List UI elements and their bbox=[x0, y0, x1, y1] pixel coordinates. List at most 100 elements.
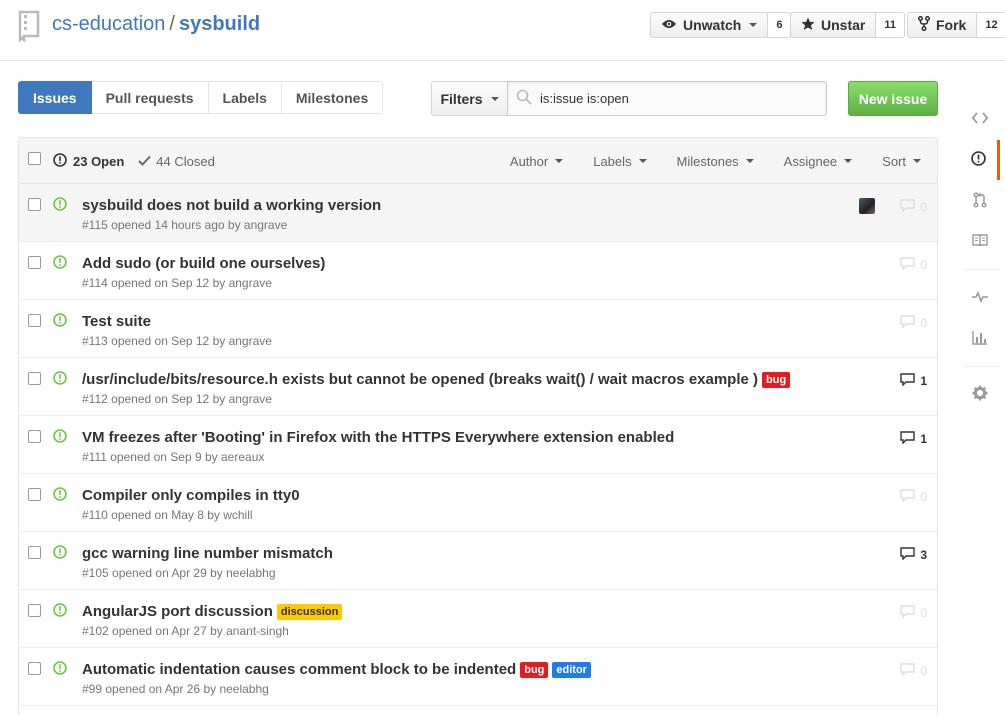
milestones-filter[interactable]: Milestones bbox=[677, 154, 754, 169]
issue-opened-icon bbox=[53, 313, 67, 330]
issue-meta: #102 opened on Apr 27 by anant-singh bbox=[82, 624, 289, 638]
issue-title-link[interactable]: sysbuild does not build a working versio… bbox=[82, 197, 381, 214]
sidenav-pulse[interactable] bbox=[960, 278, 1000, 318]
issue-checkbox[interactable] bbox=[28, 430, 41, 443]
issue-checkbox[interactable] bbox=[28, 314, 41, 327]
new-issue-button[interactable]: New issue bbox=[848, 81, 938, 116]
repo-icon bbox=[17, 10, 41, 45]
issue-checkbox[interactable] bbox=[28, 256, 41, 269]
assignee-avatar[interactable] bbox=[859, 198, 875, 214]
sidenav-graphs[interactable] bbox=[960, 319, 1000, 359]
label-editor[interactable]: editor bbox=[552, 661, 591, 678]
assignee-filter[interactable]: Assignee bbox=[784, 154, 853, 169]
unstar-label: Unstar bbox=[821, 17, 866, 33]
issue-opened-icon bbox=[971, 151, 986, 169]
select-all-checkbox[interactable] bbox=[28, 152, 41, 165]
issue-row[interactable]: AngularJS port discussion discussion #10… bbox=[19, 590, 937, 648]
issues-table: 23 Open 44 Closed Author Labels Mileston… bbox=[18, 137, 938, 715]
issue-row[interactable]: VM freezes after 'Booting' in Firefox wi… bbox=[19, 416, 937, 474]
sidenav-pull-requests[interactable] bbox=[960, 181, 1000, 221]
sidenav-wiki[interactable] bbox=[960, 222, 1000, 262]
issue-comments[interactable]: 3 bbox=[900, 547, 927, 563]
issue-title-link[interactable]: Compiler only compiles in tty0 bbox=[82, 487, 300, 504]
issue-title: Test suite bbox=[82, 313, 151, 330]
issue-title-link[interactable]: AngularJS port discussion discussion bbox=[82, 603, 343, 620]
comment-count: 0 bbox=[920, 490, 927, 504]
issue-checkbox[interactable] bbox=[28, 372, 41, 385]
watchers-count[interactable]: 6 bbox=[768, 12, 792, 38]
subnav-pull-requests[interactable]: Pull requests bbox=[91, 81, 209, 114]
issue-comments[interactable]: 0 bbox=[900, 315, 927, 331]
issue-row[interactable]: /usr/include/bits/resource.h exists but … bbox=[19, 358, 937, 416]
repo-owner-link[interactable]: cs-education bbox=[52, 13, 165, 35]
chevron-down-icon bbox=[749, 23, 758, 27]
chevron-down-icon bbox=[913, 159, 921, 163]
issue-title-link[interactable]: /usr/include/bits/resource.h exists but … bbox=[82, 371, 791, 388]
star-action: Unstar 11 bbox=[790, 12, 905, 38]
issue-meta: #114 opened on Sep 12 by angrave bbox=[82, 276, 272, 290]
filters-button[interactable]: Filters bbox=[431, 81, 508, 116]
stargazers-count[interactable]: 11 bbox=[876, 12, 905, 38]
author-filter-label: Author bbox=[509, 153, 549, 169]
comment-count: 0 bbox=[920, 316, 927, 330]
author-filter[interactable]: Author bbox=[509, 153, 564, 169]
sidenav-code[interactable] bbox=[960, 99, 1000, 139]
closed-issues-link[interactable]: 44 Closed bbox=[138, 154, 215, 169]
label-discussion[interactable]: discussion bbox=[276, 603, 343, 620]
issue-checkbox[interactable] bbox=[28, 198, 41, 211]
sidenav-issues[interactable] bbox=[960, 140, 1000, 180]
issue-checkbox[interactable] bbox=[28, 488, 41, 501]
issue-title-link[interactable]: gcc warning line number mismatch bbox=[82, 545, 333, 562]
issue-comments[interactable]: 0 bbox=[900, 605, 927, 621]
comment-icon bbox=[900, 663, 916, 679]
issue-comments[interactable]: 0 bbox=[900, 663, 927, 679]
labels-filter[interactable]: Labels bbox=[593, 154, 647, 169]
issue-comments[interactable]: 0 bbox=[900, 257, 927, 273]
issue-search-input[interactable]: is:issue is:open bbox=[507, 81, 827, 116]
sort-filter[interactable]: Sort bbox=[882, 154, 921, 169]
issue-title-link[interactable]: Add sudo (or build one ourselves) bbox=[82, 255, 325, 272]
subnav-labels[interactable]: Labels bbox=[208, 81, 282, 114]
issue-checkbox[interactable] bbox=[28, 546, 41, 559]
forks-count[interactable]: 12 bbox=[977, 12, 1005, 38]
issue-row[interactable]: Add sudo (or build one ourselves) #114 o… bbox=[19, 242, 937, 300]
watch-action: Unwatch 6 bbox=[650, 12, 792, 38]
issue-title-link[interactable]: Test suite bbox=[82, 313, 151, 330]
issue-comments[interactable]: 0 bbox=[900, 489, 927, 505]
issue-comments[interactable]: 0 bbox=[900, 199, 927, 215]
issue-row[interactable]: sysbuild does not build a working versio… bbox=[19, 184, 937, 242]
repo-name-link[interactable]: sysbuild bbox=[179, 13, 260, 35]
repo-header: cs-education / sysbuild Unwatch 6 Unstar 1… bbox=[0, 0, 1005, 61]
label-bug[interactable]: bug bbox=[520, 661, 549, 678]
comment-icon bbox=[900, 199, 916, 215]
subnav-milestones[interactable]: Milestones bbox=[281, 81, 384, 114]
issue-checkbox[interactable] bbox=[28, 662, 41, 675]
issue-title-link[interactable]: Automatic indentation causes comment blo… bbox=[82, 661, 591, 678]
issue-title: AngularJS port discussion bbox=[82, 603, 273, 620]
sidenav-settings[interactable] bbox=[960, 374, 1000, 414]
open-issues-link[interactable]: 23 Open bbox=[53, 152, 124, 170]
unstar-button[interactable]: Unstar bbox=[790, 12, 877, 38]
sidenav-divider bbox=[964, 366, 1000, 367]
issue-row[interactable]: Test suite #113 opened on Sep 12 by angr… bbox=[19, 300, 937, 358]
issue-title-link[interactable]: VM freezes after 'Booting' in Firefox wi… bbox=[82, 429, 674, 446]
chevron-down-icon bbox=[490, 96, 499, 101]
issue-row[interactable]: Automatic indentation causes comment blo… bbox=[19, 648, 937, 706]
graph-icon bbox=[972, 330, 988, 348]
issue-opened-icon bbox=[53, 371, 67, 388]
unwatch-button[interactable]: Unwatch bbox=[650, 12, 769, 38]
issue-title: Automatic indentation causes comment blo… bbox=[82, 661, 517, 678]
issue-title: Add sudo (or build one ourselves) bbox=[82, 255, 326, 272]
issue-opened-icon bbox=[53, 545, 67, 562]
chevron-down-icon bbox=[555, 159, 564, 163]
issue-comments[interactable]: 1 bbox=[900, 373, 927, 389]
fork-button[interactable]: Fork bbox=[907, 12, 978, 38]
comment-count: 0 bbox=[920, 606, 927, 620]
issue-checkbox[interactable] bbox=[28, 604, 41, 617]
issue-row[interactable]: gcc warning line number mismatch #105 op… bbox=[19, 532, 937, 590]
issue-row[interactable]: Compiler only compiles in tty0 #110 open… bbox=[19, 474, 937, 532]
issue-comments[interactable]: 1 bbox=[900, 431, 927, 447]
label-bug[interactable]: bug bbox=[762, 371, 791, 388]
subnav-issues[interactable]: Issues bbox=[18, 81, 92, 114]
repo-title: cs-education / sysbuild bbox=[52, 13, 260, 36]
